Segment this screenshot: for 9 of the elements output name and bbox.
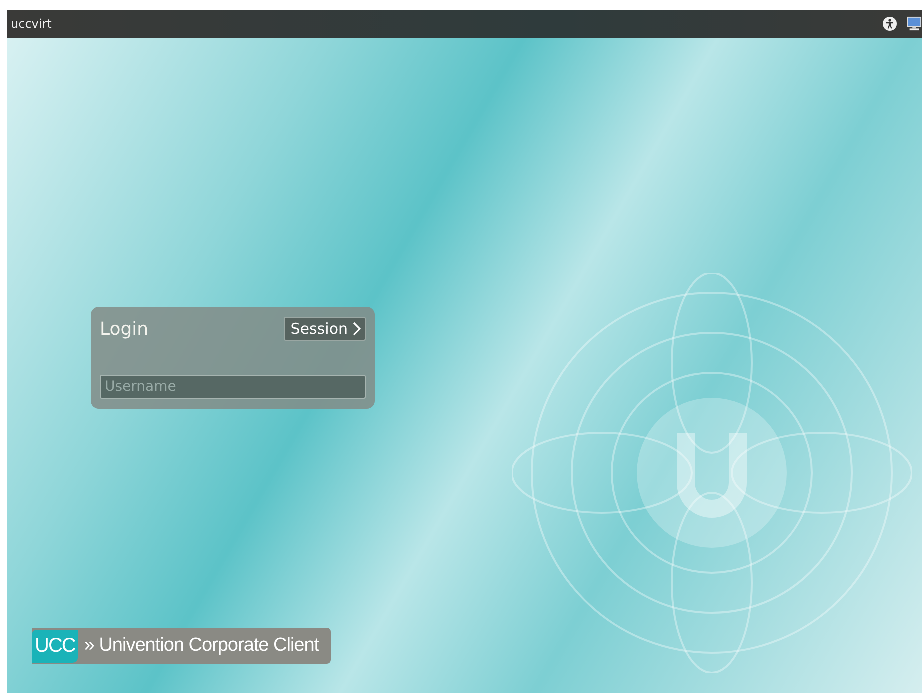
username-field[interactable]: Username (100, 375, 366, 399)
session-button[interactable]: Session (284, 317, 366, 341)
hostname-label: uccvirt (11, 17, 52, 31)
product-name: » Univention Corporate Client (84, 635, 320, 657)
chevron-right-icon (353, 322, 361, 336)
monitor-icon[interactable] (907, 16, 922, 32)
login-title: Login (100, 318, 149, 340)
accessibility-icon[interactable] (883, 17, 897, 31)
ucc-logo: UCC (32, 630, 78, 662)
